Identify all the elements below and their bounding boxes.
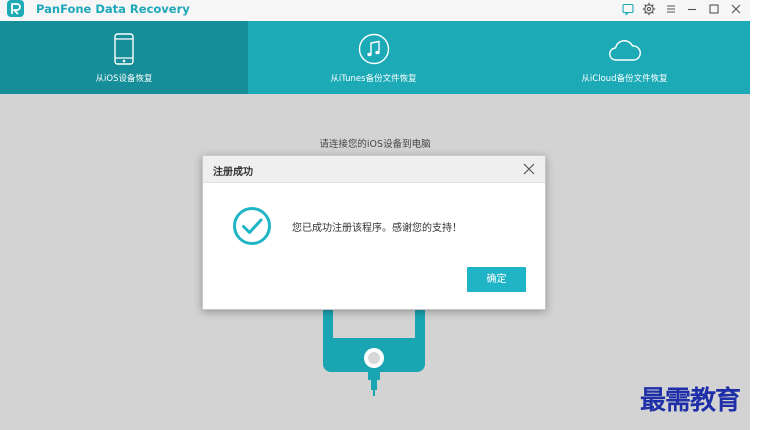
dialog-header: 注册成功 <box>203 156 545 183</box>
mode-tab-bar: 从iOS设备恢复 从iTunes备份文件恢复 从iCloud备份文件恢复 <box>0 21 750 94</box>
tab-label: 从iCloud备份文件恢复 <box>581 74 668 84</box>
title-bar: PanFone Data Recovery <box>0 0 750 21</box>
app-window: PanFone Data Recovery 从iOS设备恢复 从iTunes备份… <box>0 0 750 430</box>
close-icon[interactable] <box>728 1 744 17</box>
phone-icon <box>114 33 134 65</box>
tab-recover-from-icloud[interactable]: 从iCloud备份文件恢复 <box>499 21 750 94</box>
dialog-message: 您已成功注册该程序。感谢您的支持！ <box>292 223 462 234</box>
feedback-icon[interactable] <box>620 1 636 17</box>
ok-button[interactable]: 确定 <box>467 267 526 292</box>
registration-success-dialog: 注册成功 您已成功注册该程序。感谢您的支持！ 确定 <box>202 155 546 310</box>
music-note-icon <box>358 33 389 65</box>
tab-recover-from-ios[interactable]: 从iOS设备恢复 <box>0 21 248 94</box>
app-title: PanFone Data Recovery <box>36 2 190 16</box>
dialog-close-icon[interactable] <box>522 162 536 176</box>
tab-label: 从iTunes备份文件恢复 <box>330 74 417 84</box>
app-logo-icon <box>7 0 24 17</box>
phone-connect-illustration <box>323 306 425 396</box>
cloud-icon <box>608 40 641 61</box>
dialog-title: 注册成功 <box>213 167 253 178</box>
tab-label: 从iOS设备恢复 <box>95 74 153 84</box>
connect-device-hint: 请连接您的iOS设备到电脑 <box>319 139 431 150</box>
settings-gear-icon[interactable] <box>641 1 657 17</box>
success-check-icon <box>233 207 271 245</box>
maximize-icon[interactable] <box>706 1 722 17</box>
minimize-icon[interactable] <box>684 1 700 17</box>
menu-icon[interactable] <box>663 1 679 17</box>
tab-recover-from-itunes[interactable]: 从iTunes备份文件恢复 <box>248 21 499 94</box>
background-strip <box>750 0 763 430</box>
watermark-text: 最需教育 <box>640 386 741 416</box>
